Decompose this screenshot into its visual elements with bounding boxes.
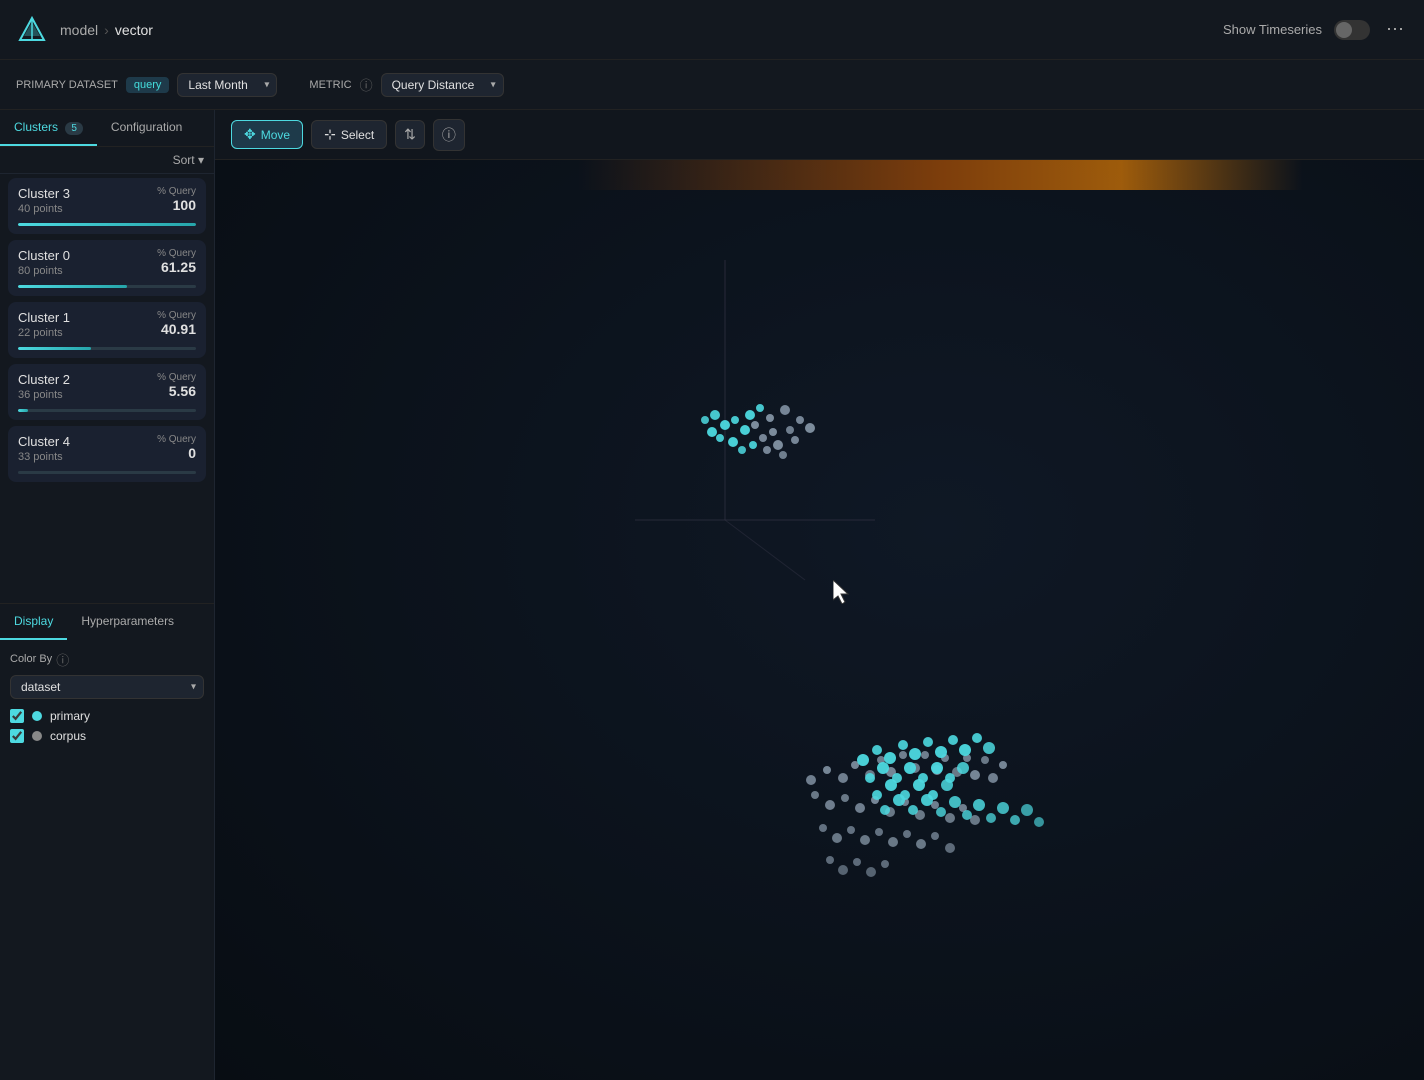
cluster-0-name: Cluster 0 xyxy=(18,248,70,263)
cluster-3-metric-label: % Query xyxy=(157,186,196,197)
legend-checkbox-corpus[interactable] xyxy=(10,729,24,743)
cluster-0-bar-bg xyxy=(18,285,196,288)
cluster-4-points: 33 points xyxy=(18,451,70,463)
sidebar: Clusters 5 Configuration Sort ▾ Cluster … xyxy=(0,110,215,1080)
top-gradient-decoration xyxy=(215,160,1424,190)
cluster-1-metric-value: 40.91 xyxy=(157,321,196,337)
cluster-1-bar-fill xyxy=(18,347,91,350)
settings-section: Color By ⓘ dataset cluster label primary xyxy=(0,640,214,1080)
breadcrumb-current: vector xyxy=(115,22,153,38)
filter-button[interactable]: ⇅ xyxy=(395,120,425,149)
dataset-select-wrapper: Last Month Last Week Last Day xyxy=(177,73,277,97)
cluster-card-3[interactable]: Cluster 3 40 points % Query 100 xyxy=(8,178,206,234)
clusters-count-badge: 5 xyxy=(65,122,83,135)
cluster-3-name: Cluster 3 xyxy=(18,186,70,201)
cluster-3-bar-bg xyxy=(18,223,196,226)
cluster-0-metric-value: 61.25 xyxy=(157,259,196,275)
cluster-4-metric-label: % Query xyxy=(157,434,196,445)
cluster-2-bar-bg xyxy=(18,409,196,412)
metric-select-wrapper: Query Distance Euclidean Cosine xyxy=(381,73,504,97)
cluster-3-points: 40 points xyxy=(18,203,70,215)
metric-info-icon[interactable]: ⓘ xyxy=(360,75,373,94)
legend: primary corpus xyxy=(10,709,204,743)
viz-info-icon: ⓘ xyxy=(442,127,456,143)
cluster-1-name: Cluster 1 xyxy=(18,310,70,325)
sidebar-tabs: Clusters 5 Configuration xyxy=(0,110,214,147)
sort-bar: Sort ▾ xyxy=(0,147,214,174)
color-by-select[interactable]: dataset cluster label xyxy=(10,675,204,699)
breadcrumb: model › vector xyxy=(60,22,153,38)
cluster-3-bar-fill xyxy=(18,223,196,226)
cluster-0-bar-fill xyxy=(18,285,127,288)
app-header: model › vector Show Timeseries ⋯ xyxy=(0,0,1424,60)
metric-label: metric xyxy=(309,79,351,91)
tab-configuration[interactable]: Configuration xyxy=(97,110,196,146)
primary-dataset-section: primary dataset query Last Month Last We… xyxy=(16,73,277,97)
app-logo xyxy=(16,14,48,46)
move-icon: ✥ xyxy=(244,126,256,143)
cluster-3-metric-value: 100 xyxy=(157,197,196,213)
viz-toolbar: ✥ Move ⊹ Select ⇅ ⓘ xyxy=(215,110,1424,160)
cluster-card-0[interactable]: Cluster 0 80 points % Query 61.25 xyxy=(8,240,206,296)
tab-display[interactable]: Display xyxy=(0,604,67,640)
breadcrumb-separator: › xyxy=(104,22,109,38)
breadcrumb-parent[interactable]: model xyxy=(60,22,98,38)
metric-select[interactable]: Query Distance Euclidean Cosine xyxy=(381,73,504,97)
cluster-card-4[interactable]: Cluster 4 33 points % Query 0 xyxy=(8,426,206,482)
cluster-2-name: Cluster 2 xyxy=(18,372,70,387)
move-button[interactable]: ✥ Move xyxy=(231,120,303,149)
cluster-2-metric-value: 5.56 xyxy=(157,383,196,399)
query-tag-badge: query xyxy=(126,77,170,93)
cluster-card-1[interactable]: Cluster 1 22 points % Query 40.91 xyxy=(8,302,206,358)
header-right: Show Timeseries ⋯ xyxy=(1223,15,1408,44)
cluster-1-metric-label: % Query xyxy=(157,310,196,321)
legend-item-corpus: corpus xyxy=(10,729,204,743)
dataset-select[interactable]: Last Month Last Week Last Day xyxy=(177,73,277,97)
cluster-4-metric-value: 0 xyxy=(157,445,196,461)
sort-button[interactable]: Sort ▾ xyxy=(173,153,204,167)
cluster-2-metric-label: % Query xyxy=(157,372,196,383)
filter-icon: ⇅ xyxy=(404,126,416,142)
tab-hyperparameters[interactable]: Hyperparameters xyxy=(67,604,188,640)
tab-clusters[interactable]: Clusters 5 xyxy=(0,110,97,146)
color-by-info-icon[interactable]: ⓘ xyxy=(56,650,69,669)
select-icon: ⊹ xyxy=(324,126,336,143)
cluster-0-metric-label: % Query xyxy=(157,248,196,259)
bottom-tabs: Display Hyperparameters xyxy=(0,603,214,640)
cluster-card-2[interactable]: Cluster 2 36 points % Query 5.56 xyxy=(8,364,206,420)
color-by-label: Color By ⓘ xyxy=(10,650,204,669)
cluster-1-bar-bg xyxy=(18,347,196,350)
show-timeseries-label: Show Timeseries xyxy=(1223,22,1322,37)
cluster-1-points: 22 points xyxy=(18,327,70,339)
scatter-plot-svg xyxy=(215,160,1424,1080)
legend-dot-primary xyxy=(32,711,42,721)
cluster-4-name: Cluster 4 xyxy=(18,434,70,449)
cluster-2-bar-fill xyxy=(18,409,28,412)
viz-canvas[interactable] xyxy=(215,160,1424,1080)
timeseries-toggle[interactable] xyxy=(1334,20,1370,40)
legend-checkbox-primary[interactable] xyxy=(10,709,24,723)
cluster-2-points: 36 points xyxy=(18,389,70,401)
cluster-0-points: 80 points xyxy=(18,265,70,277)
primary-dataset-label: primary dataset xyxy=(16,79,118,91)
more-options-button[interactable]: ⋯ xyxy=(1382,15,1408,44)
cluster-list: Cluster 3 40 points % Query 100 Cluster xyxy=(0,174,214,603)
info-button[interactable]: ⓘ xyxy=(433,119,465,151)
legend-label-corpus: corpus xyxy=(50,729,86,743)
legend-dot-corpus xyxy=(32,731,42,741)
legend-item-primary: primary xyxy=(10,709,204,723)
legend-label-primary: primary xyxy=(50,709,90,723)
metric-section: metric ⓘ Query Distance Euclidean Cosine xyxy=(309,73,503,97)
select-button[interactable]: ⊹ Select xyxy=(311,120,387,149)
main-toolbar: primary dataset query Last Month Last We… xyxy=(0,60,1424,110)
color-by-select-wrapper: dataset cluster label xyxy=(10,675,204,699)
cluster-4-bar-bg xyxy=(18,471,196,474)
